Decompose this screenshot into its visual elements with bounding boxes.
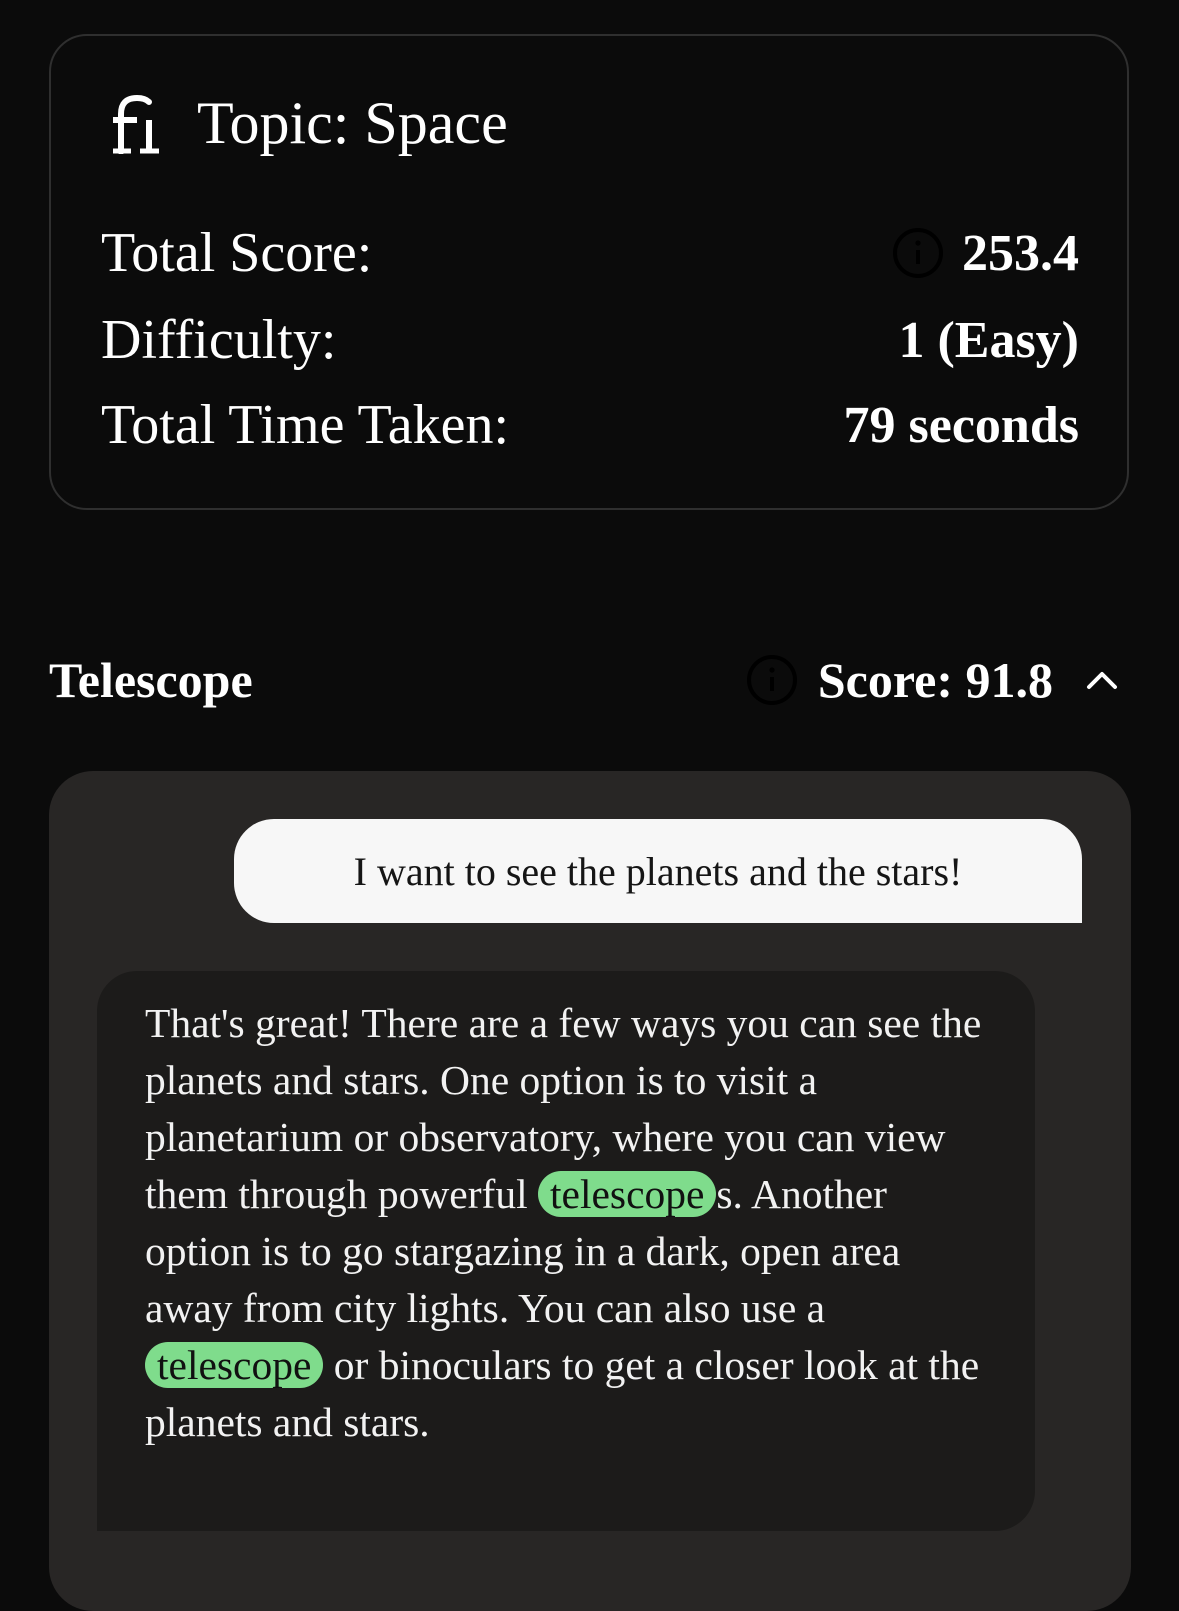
total-score-value-group: 253.4 — [892, 224, 1079, 283]
time-taken-row: Total Time Taken: 79 seconds — [101, 392, 1079, 458]
highlighted-word: telescope — [145, 1342, 324, 1388]
word-score-group: Score: 91.8 — [746, 651, 1119, 709]
total-score-row: Total Score: 253.4 — [101, 220, 1079, 286]
bot-message-text: That's great! There are a few ways you c… — [145, 995, 995, 1451]
chat-panel: I want to see the planets and the stars!… — [49, 771, 1131, 1611]
word-header[interactable]: Telescope Score: 91.8 — [49, 642, 1129, 718]
difficulty-value: 1 (Easy) — [898, 311, 1079, 369]
difficulty-label: Difficulty: — [101, 309, 337, 371]
summary-card: Topic: Space Total Score: 253.4 Difficul… — [49, 34, 1129, 510]
chevron-up-icon[interactable] — [1085, 663, 1119, 697]
total-score-value: 253.4 — [962, 224, 1079, 282]
time-taken-value: 79 seconds — [843, 396, 1079, 454]
total-score-label: Total Score: — [101, 222, 373, 284]
info-icon[interactable] — [892, 227, 944, 279]
user-message-bubble: I want to see the planets and the stars! — [234, 819, 1082, 923]
fi-ligature-icon — [111, 92, 161, 155]
word-score: Score: 91.8 — [817, 652, 1053, 708]
topic-row: Topic: Space — [111, 90, 508, 156]
highlighted-word: telescope — [538, 1171, 717, 1217]
topic-title: Topic: Space — [197, 90, 508, 156]
bot-message-bubble: That's great! There are a few ways you c… — [97, 971, 1035, 1531]
info-icon[interactable] — [746, 654, 798, 706]
user-message-text: I want to see the planets and the stars! — [353, 848, 963, 894]
difficulty-row: Difficulty: 1 (Easy) — [101, 307, 1079, 373]
word-title: Telescope — [49, 652, 253, 708]
time-taken-label: Total Time Taken: — [101, 394, 510, 456]
